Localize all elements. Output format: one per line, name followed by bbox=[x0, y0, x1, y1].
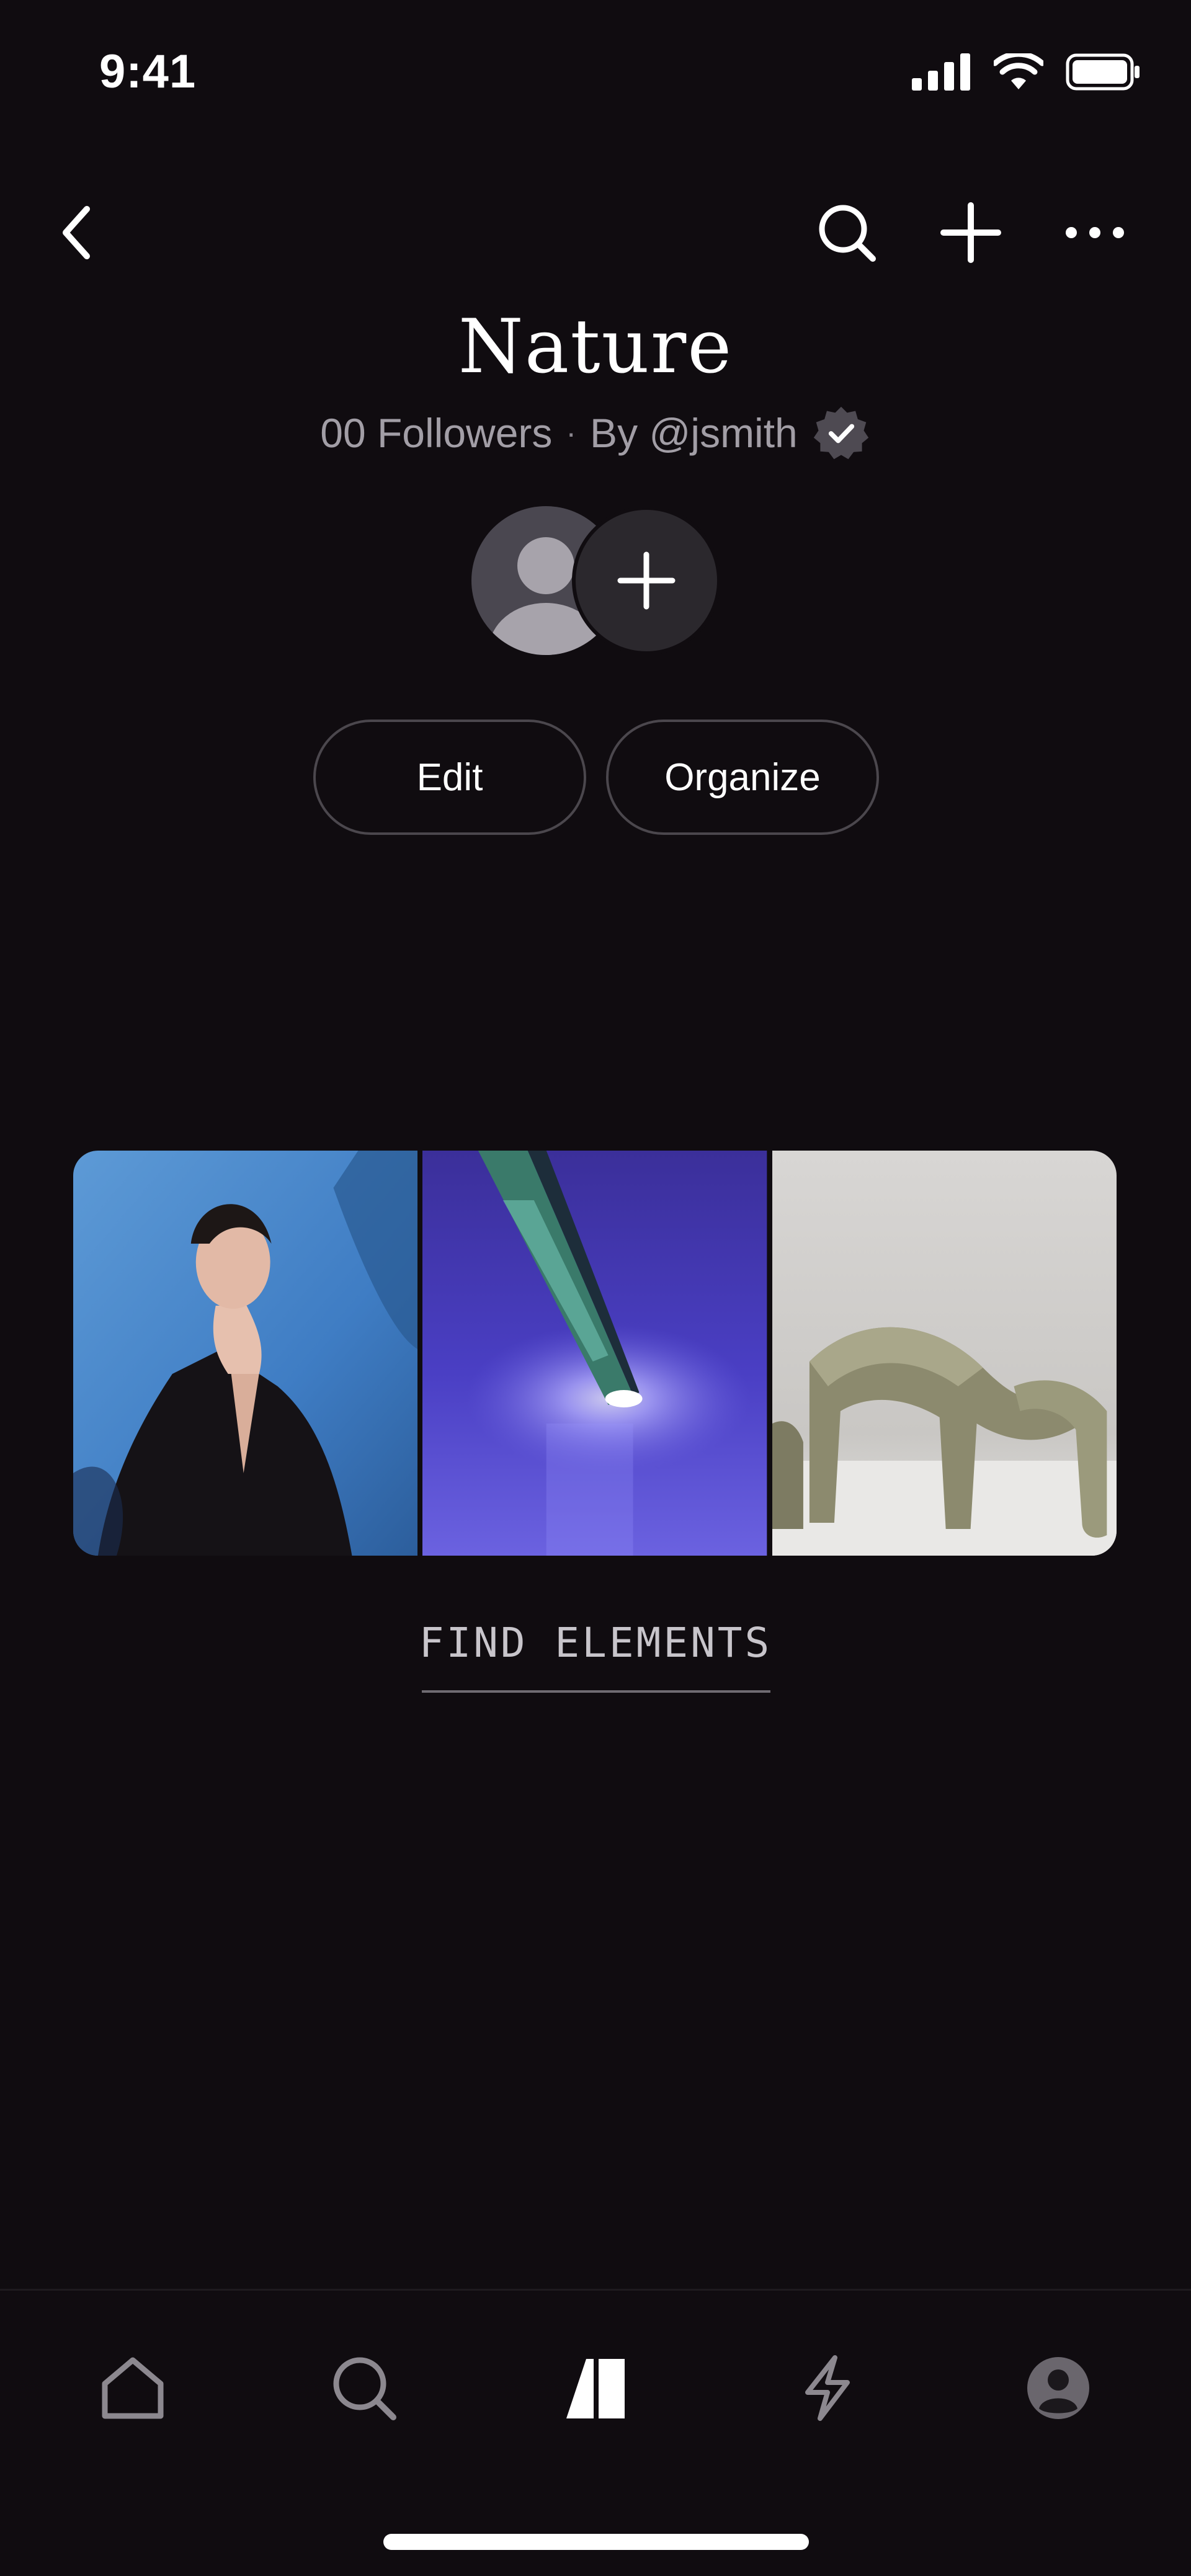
followers-count[interactable]: 00 Followers bbox=[320, 409, 552, 457]
tab-activity[interactable] bbox=[777, 2338, 877, 2438]
profile-tab-icon bbox=[1027, 2357, 1089, 2419]
home-indicator[interactable] bbox=[383, 2534, 809, 2550]
back-chevron-icon bbox=[63, 206, 90, 259]
add-button[interactable] bbox=[937, 198, 1005, 267]
status-time: 9:41 bbox=[99, 45, 197, 98]
search-tab-icon bbox=[333, 2357, 396, 2420]
tab-search[interactable] bbox=[314, 2338, 414, 2438]
verified-badge-icon bbox=[813, 406, 868, 460]
more-icon bbox=[1066, 227, 1124, 238]
find-elements-link[interactable]: FIND ELEMENTS bbox=[0, 1619, 1191, 1667]
organize-button[interactable]: Organize bbox=[606, 720, 879, 835]
nav-actions bbox=[813, 198, 1129, 267]
find-elements-underline bbox=[422, 1690, 770, 1693]
home-tab-icon bbox=[102, 2357, 164, 2419]
tab-home[interactable] bbox=[83, 2338, 182, 2438]
meta-separator: · bbox=[566, 416, 577, 450]
chair-photo bbox=[772, 1151, 1117, 1556]
cellular-signal-icon bbox=[912, 53, 970, 91]
wifi-icon bbox=[994, 53, 1043, 89]
battery-icon bbox=[1066, 53, 1140, 91]
board-title: Nature bbox=[458, 304, 733, 390]
search-icon bbox=[819, 205, 876, 262]
gallery-image-led-sculpture[interactable] bbox=[422, 1151, 767, 1556]
back-button[interactable] bbox=[56, 202, 99, 264]
tab-profile[interactable] bbox=[1009, 2338, 1108, 2438]
more-button[interactable] bbox=[1061, 198, 1129, 267]
tab-boards[interactable] bbox=[546, 2338, 645, 2438]
gallery-image-portrait[interactable] bbox=[73, 1151, 418, 1556]
activity-tab-icon bbox=[805, 2355, 850, 2421]
plus-icon bbox=[617, 551, 676, 610]
board-meta: 00 Followers · By @jsmith bbox=[0, 403, 1191, 463]
add-collaborator-button[interactable] bbox=[572, 506, 721, 655]
boards-tab-icon bbox=[566, 2359, 625, 2418]
status-icons bbox=[912, 52, 1141, 92]
board-preview-gallery[interactable] bbox=[73, 1151, 1117, 1556]
gallery-image-chair[interactable] bbox=[772, 1151, 1117, 1556]
edit-button[interactable]: Edit bbox=[313, 720, 586, 835]
led-sculpture-photo bbox=[422, 1151, 767, 1556]
search-button[interactable] bbox=[813, 198, 881, 267]
tab-bar-divider bbox=[0, 2289, 1191, 2291]
author-link[interactable]: By @jsmith bbox=[590, 409, 798, 457]
portrait-photo bbox=[73, 1151, 418, 1556]
plus-icon bbox=[940, 202, 1001, 263]
